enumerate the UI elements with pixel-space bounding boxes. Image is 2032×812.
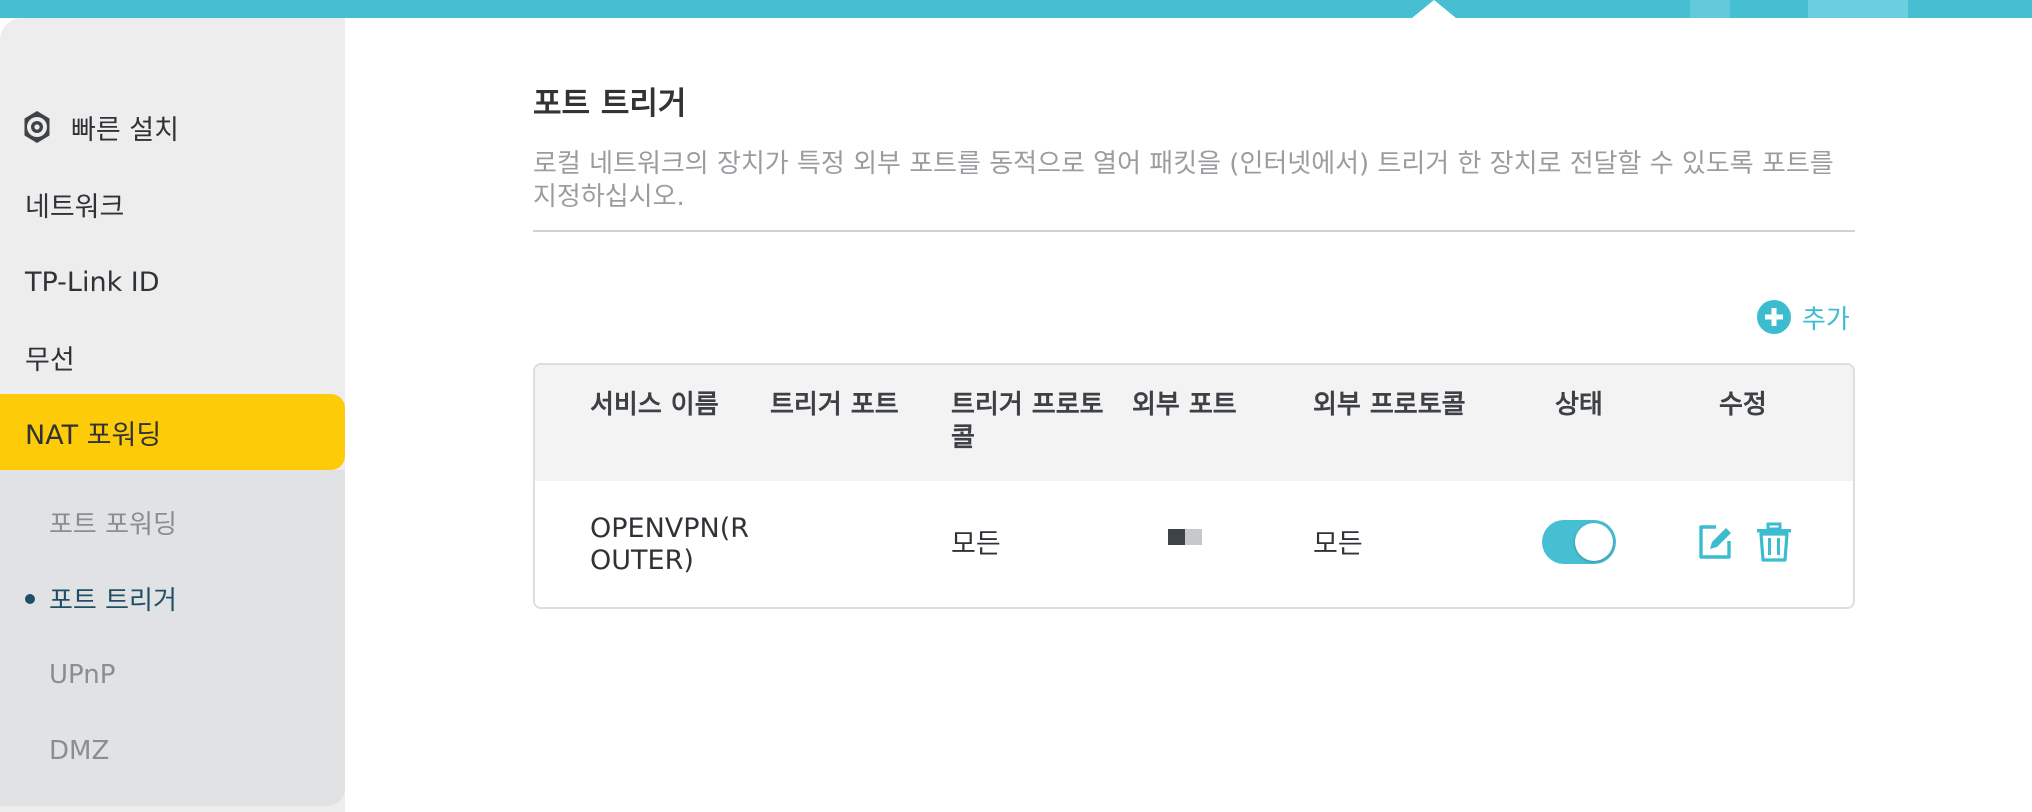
sidebar-item-label: 네트워크 xyxy=(25,191,125,223)
port-range-segment xyxy=(1185,529,1202,545)
port-trigger-table: 서비스 이름 트리거 포트 트리거 프로토콜 외부 포트 외부 프로토콜 상태 … xyxy=(533,363,1855,609)
add-button[interactable]: 추가 xyxy=(1756,298,1850,336)
plus-circle-icon xyxy=(1756,299,1792,335)
section-divider xyxy=(533,230,1855,232)
column-header-external-protocol: 외부 프로토콜 xyxy=(1313,390,1466,420)
column-header-trigger-port: 트리거 포트 xyxy=(770,390,899,420)
sidebar-subitem-label: 포트 트리거 xyxy=(49,585,177,616)
sidebar-subitem-label: UPnP xyxy=(49,660,116,690)
table-header: 서비스 이름 트리거 포트 트리거 프로토콜 외부 포트 외부 프로토콜 상태 … xyxy=(535,365,1853,481)
sidebar-item-label: NAT 포워딩 xyxy=(25,419,162,451)
column-header-service-name: 서비스 이름 xyxy=(590,390,719,420)
delete-button[interactable] xyxy=(1755,522,1793,562)
sidebar-item-nat-forwarding[interactable]: NAT 포워딩 xyxy=(0,394,345,470)
column-header-status: 상태 xyxy=(1555,390,1603,420)
top-bar-decoration xyxy=(1690,0,1730,18)
toggle-knob xyxy=(1575,523,1613,561)
top-bar-notch xyxy=(1412,0,1456,18)
trash-icon xyxy=(1755,522,1793,562)
sidebar-subitem-dmz[interactable]: DMZ xyxy=(0,723,345,779)
sidebar-item-label: 무선 xyxy=(25,344,75,376)
column-header-edit: 수정 xyxy=(1719,390,1767,420)
page-title: 포트 트리거 xyxy=(533,86,687,122)
gear-icon xyxy=(19,109,55,145)
sidebar-item-tplink-id[interactable]: TP-Link ID xyxy=(0,251,345,313)
edit-button[interactable] xyxy=(1696,522,1734,562)
sidebar: 빠른 설치 네트워크 TP-Link ID 무선 NAT 포워딩 포트 포워딩 … xyxy=(0,18,345,812)
sidebar-subitem-port-forwarding[interactable]: 포트 포워딩 xyxy=(0,494,345,550)
sidebar-subitem-label: 포트 포워딩 xyxy=(49,509,177,540)
add-button-label: 추가 xyxy=(1802,304,1850,335)
cell-service-name: OPENVPN(ROUTER) xyxy=(590,513,750,576)
sidebar-subitem-label: DMZ xyxy=(49,736,110,766)
port-range-segment xyxy=(1168,529,1185,545)
status-toggle[interactable] xyxy=(1542,520,1616,564)
external-port-indicator xyxy=(1168,529,1202,545)
sidebar-item-wireless[interactable]: 무선 xyxy=(0,326,345,388)
cell-external-protocol: 모든 xyxy=(1313,529,1363,560)
sidebar-item-network[interactable]: 네트워크 xyxy=(0,173,345,235)
sidebar-item-label: TP-Link ID xyxy=(25,266,160,298)
edit-icon xyxy=(1696,522,1734,562)
current-item-dot xyxy=(25,594,35,604)
page: 빠른 설치 네트워크 TP-Link ID 무선 NAT 포워딩 포트 포워딩 … xyxy=(0,0,2032,812)
cell-trigger-protocol: 모든 xyxy=(951,529,1001,560)
page-description: 로컬 네트워크의 장치가 특정 외부 포트를 동적으로 열어 패킷을 (인터넷에… xyxy=(533,149,1834,212)
top-bar-decoration xyxy=(1808,0,1908,18)
sidebar-item-label: 빠른 설치 xyxy=(71,114,179,146)
sidebar-subitem-port-triggering[interactable]: 포트 트리거 xyxy=(0,570,345,626)
top-bar xyxy=(0,0,2032,18)
column-header-external-port: 외부 포트 xyxy=(1132,390,1237,420)
sidebar-subitem-upnp[interactable]: UPnP xyxy=(0,647,345,703)
sidebar-item-quick-setup[interactable]: 빠른 설치 xyxy=(0,96,345,158)
column-header-trigger-protocol: 트리거 프로토콜 xyxy=(951,390,1104,453)
